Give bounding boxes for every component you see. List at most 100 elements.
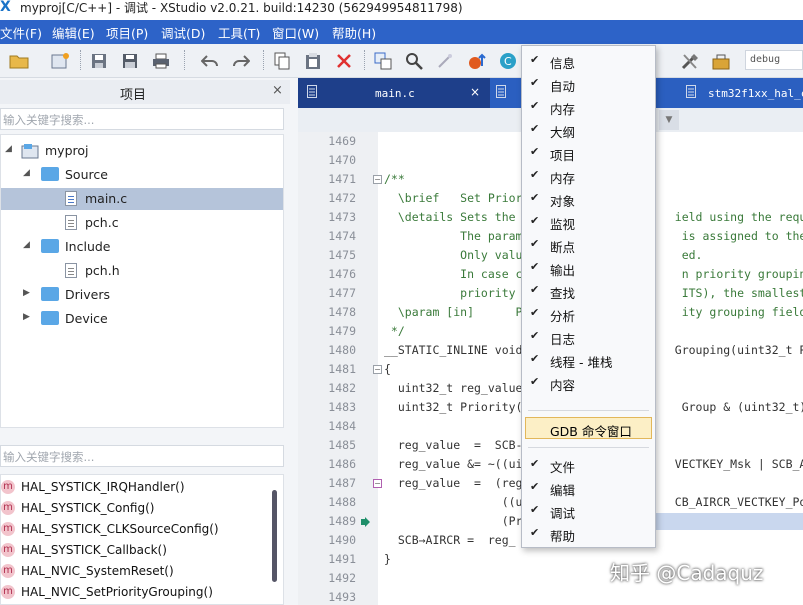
menu-item-label: 编辑 — [550, 483, 576, 498]
tree-item-label: myproj — [45, 143, 89, 158]
expanded-arrow-icon[interactable]: ◢ — [23, 240, 30, 250]
code-line: /** — [384, 172, 405, 186]
c-file-icon — [65, 215, 77, 230]
menu-item[interactable]: ✔ 内存 — [522, 96, 655, 118]
menu-item[interactable]: ✔ 编辑 — [522, 477, 655, 499]
menu-item[interactable]: ✔ 内存 — [522, 165, 655, 187]
list-item[interactable]: m HAL_NVIC_SetPriorityGrouping() — [1, 582, 271, 603]
open-folder-icon[interactable] — [8, 50, 30, 72]
tools-icon[interactable] — [679, 50, 701, 72]
menu-item[interactable]: ✔ 对象 — [522, 188, 655, 210]
tree-item-pch-c[interactable]: pch.c — [1, 212, 283, 234]
tree-item-source[interactable]: ◢ Source — [1, 164, 283, 186]
menu-help[interactable]: 帮助(H) — [332, 23, 376, 42]
line-number: 1472 — [328, 191, 356, 205]
chevron-down-icon[interactable]: ▼ — [659, 110, 679, 130]
code-line: { — [384, 362, 391, 376]
menu-item[interactable]: ✔ 内容 — [522, 372, 655, 394]
tree-item-pch-h[interactable]: pch.h — [1, 260, 283, 282]
search-icon[interactable] — [403, 50, 425, 72]
undo-icon[interactable] — [199, 50, 221, 72]
tab-main-c[interactable]: main.c × — [298, 78, 490, 108]
tree-item-main-c[interactable]: main.c — [1, 188, 283, 210]
line-number: 1481 — [328, 362, 356, 376]
checkmark-icon: ✔ — [530, 122, 540, 135]
build-config-select[interactable]: debug — [745, 50, 803, 70]
tab-label: main.c — [375, 87, 415, 100]
copy-icon[interactable] — [271, 50, 293, 72]
print-icon[interactable] — [150, 50, 172, 72]
line-number-gutter: 1469 1470 1471 1472 1473 1474 1475 1476 1477 1478… — [298, 132, 378, 605]
fold-toggle-icon[interactable]: − — [373, 175, 382, 184]
project-tree: ◢ myproj ◢ Source main.c pch.c ◢ Include… — [0, 134, 284, 428]
menu-item[interactable]: ✔ 日志 — [522, 326, 655, 348]
tree-item-include[interactable]: ◢ Include — [1, 236, 283, 258]
watermark: 知乎 @Cadaquz — [610, 561, 764, 585]
menu-project[interactable]: 项目(P) — [106, 23, 148, 42]
tree-item-device[interactable]: ▶ Device — [1, 308, 283, 330]
menu-item-label: 内存 — [550, 102, 576, 117]
menu-item[interactable]: ✔ 项目 — [522, 142, 655, 164]
menu-item[interactable]: ✔ 查找 — [522, 280, 655, 302]
list-item[interactable]: m HAL_NVIC_SystemReset() — [1, 561, 271, 582]
expanded-arrow-icon[interactable]: ◢ — [5, 144, 12, 154]
tree-item-myproj[interactable]: ◢ myproj — [1, 140, 283, 162]
list-item[interactable]: m HAL_SYSTICK_Callback() — [1, 540, 271, 561]
menu-item[interactable]: ✔ 帮助 — [522, 523, 655, 545]
menu-item[interactable]: ✔ 大纲 — [522, 119, 655, 141]
menu-item-gdb-console[interactable]: GDB 命令窗口 — [525, 417, 652, 439]
redo-icon[interactable] — [230, 50, 252, 72]
menu-item[interactable]: ✔ 自动 — [522, 73, 655, 95]
menu-item[interactable]: ✔ 监视 — [522, 211, 655, 233]
collapsed-arrow-icon[interactable]: ▶ — [23, 312, 30, 322]
fold-toggle-icon[interactable]: − — [373, 365, 382, 374]
menu-item[interactable]: ✔ 信息 — [522, 50, 655, 72]
method-badge-icon: m — [1, 501, 15, 515]
folder-icon — [41, 239, 59, 253]
menu-window[interactable]: 窗口(W) — [272, 23, 319, 42]
menu-debug[interactable]: 调试(D) — [161, 23, 205, 42]
menu-tools[interactable]: 工具(T) — [218, 23, 260, 42]
tree-item-drivers[interactable]: ▶ Drivers — [1, 284, 283, 306]
menu-item[interactable]: ✔ 文件 — [522, 454, 655, 476]
fold-toggle-icon[interactable]: − — [373, 479, 382, 488]
expanded-arrow-icon[interactable]: ◢ — [23, 168, 30, 178]
list-item[interactable]: m HAL_SYSTICK_CLKSourceConfig() — [1, 519, 271, 540]
list-item[interactable]: m HAL_SYSTICK_Config() — [1, 498, 271, 519]
menu-separator — [528, 410, 649, 411]
menu-item[interactable]: ✔ 输出 — [522, 257, 655, 279]
save-icon[interactable] — [88, 50, 110, 72]
menu-item[interactable]: ✔ 线程 - 堆栈 — [522, 349, 655, 371]
checkmark-icon: ✔ — [530, 329, 540, 342]
menu-item[interactable]: ✔ 断点 — [522, 234, 655, 256]
tab-hidden[interactable] — [490, 78, 520, 108]
c-language-icon[interactable]: C — [497, 50, 519, 72]
delete-icon[interactable] — [333, 50, 355, 72]
step-out-icon[interactable] — [466, 50, 488, 72]
menu-item-label: 内存 — [550, 171, 576, 186]
new-project-icon[interactable] — [50, 50, 72, 72]
menu-item-label: GDB 命令窗口 — [550, 424, 632, 439]
collapsed-arrow-icon[interactable]: ▶ — [23, 288, 30, 298]
paste-icon[interactable] — [302, 50, 324, 72]
menu-item[interactable]: ✔ 分析 — [522, 303, 655, 325]
function-label: HAL_SYSTICK_Config() — [21, 501, 155, 515]
tab-stm32f1xx-hal-cortex[interactable]: stm32f1xx_hal_co — [678, 78, 803, 108]
replace-icon[interactable] — [372, 50, 394, 72]
list-item[interactable]: m HAL_SYSTICK_IRQHandler() — [1, 477, 271, 498]
title-bar: X myproj[C/C++] - 调试 - XStudio v2.0.21. … — [0, 0, 803, 16]
project-search-input[interactable]: 输入关键字搜索... — [0, 108, 284, 130]
menu-file[interactable]: 文件(F) — [0, 23, 42, 42]
checkmark-icon: ✔ — [530, 375, 540, 388]
wand-icon[interactable] — [434, 50, 456, 72]
build-box-icon[interactable] — [710, 50, 732, 72]
save-all-icon[interactable] — [119, 50, 141, 72]
function-search-input[interactable]: 输入关键字搜索... — [0, 445, 284, 467]
tab-close-icon[interactable]: × — [470, 85, 480, 99]
tree-item-label: pch.c — [85, 215, 119, 230]
menu-item-label: 项目 — [550, 148, 576, 163]
function-list-scrollbar[interactable] — [272, 490, 277, 582]
menu-item[interactable]: ✔ 调试 — [522, 500, 655, 522]
menu-edit[interactable]: 编辑(E) — [52, 23, 95, 42]
project-panel-close-icon[interactable]: × — [272, 83, 283, 98]
